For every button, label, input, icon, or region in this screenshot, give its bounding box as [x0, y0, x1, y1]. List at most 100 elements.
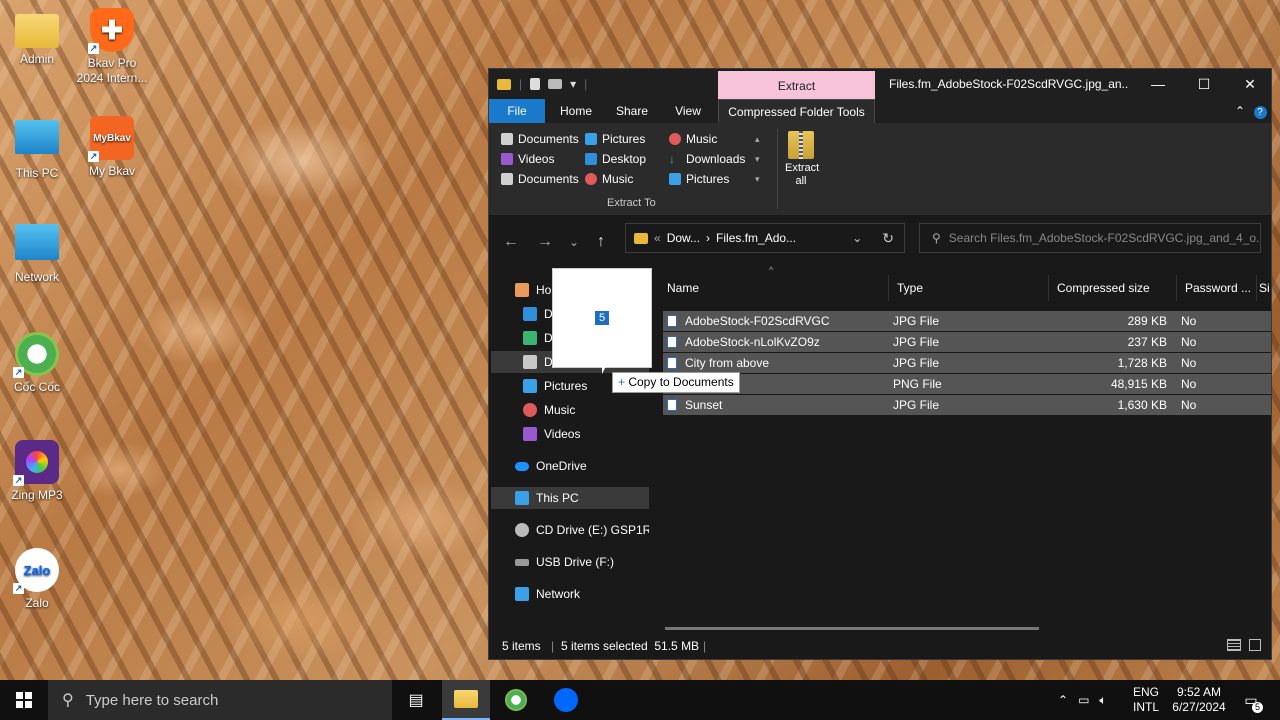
- horizontal-scrollbar[interactable]: [665, 627, 1039, 630]
- extract-to-music[interactable]: Music: [669, 130, 717, 148]
- shortcut-arrow-icon: ↗: [13, 475, 24, 486]
- table-row[interactable]: AdobeStock-F02ScdRVGC JPG File 289 KB No: [663, 311, 1271, 331]
- folder-icon: [634, 232, 648, 244]
- search-box[interactable]: ⚲ Search Files.fm_AdobeStock-F02ScdRVGC.…: [919, 223, 1261, 253]
- desktop-icon-this-pc[interactable]: This PC: [1, 120, 73, 181]
- windows-logo-icon: [16, 692, 32, 708]
- table-row[interactable]: AdobeStock-nLolKvZO9z JPG File 237 KB No: [663, 332, 1271, 352]
- table-row[interactable]: PNG File 48,915 KB No: [663, 374, 1271, 394]
- tab-share[interactable]: Share: [607, 99, 657, 123]
- column-compressed-size[interactable]: Compressed size: [1049, 275, 1177, 301]
- sort-indicator-icon: ^: [769, 265, 774, 275]
- desktop-icon-label: Zalo: [25, 596, 49, 610]
- desktop-icon-network[interactable]: Network: [1, 224, 73, 285]
- column-name[interactable]: Name: [659, 275, 889, 301]
- volume-icon[interactable]: 🔈︎: [1099, 693, 1106, 708]
- ribbon-divider: [777, 129, 778, 209]
- extract-to-videos[interactable]: Videos: [501, 150, 554, 168]
- forward-arrow-icon[interactable]: →: [537, 233, 553, 251]
- nav-item-onedrive[interactable]: OneDrive: [491, 455, 649, 477]
- address-dropdown-icon[interactable]: ⌄: [852, 231, 862, 245]
- table-row[interactable]: Sunset JPG File 1,630 KB No: [663, 395, 1271, 415]
- table-row[interactable]: City from above JPG File 1,728 KB No: [663, 353, 1271, 373]
- new-folder-icon[interactable]: [548, 79, 563, 89]
- title-bar: | ▾ | Extract Files.fm_AdobeStock-F02Scd…: [489, 69, 1271, 101]
- recent-locations-icon[interactable]: ⌄: [569, 235, 579, 249]
- extract-to-documents-2[interactable]: Documents: [501, 170, 579, 188]
- folder-icon: [497, 78, 511, 90]
- column-type[interactable]: Type: [889, 275, 1049, 301]
- desktop-icon-coc-coc[interactable]: ↗ Cốc Cốc: [1, 332, 73, 395]
- customize-toolbar-icon[interactable]: ▾: [570, 77, 576, 91]
- documents-icon: [501, 173, 513, 185]
- system-tray: ⌃ ▭ 🔈︎: [1058, 680, 1107, 720]
- column-size[interactable]: Si: [1257, 275, 1271, 301]
- collapse-ribbon-icon[interactable]: ⌃: [1233, 99, 1247, 123]
- mouse-cursor-icon: [602, 358, 608, 374]
- show-hidden-icons-icon[interactable]: ⌃: [1058, 693, 1068, 707]
- details-view-icon[interactable]: [1227, 639, 1241, 651]
- extract-to-pictures[interactable]: Pictures: [585, 130, 645, 148]
- column-password[interactable]: Password ...: [1177, 275, 1257, 301]
- back-arrow-icon[interactable]: ←: [503, 233, 519, 251]
- large-icons-view-icon[interactable]: [1249, 639, 1261, 651]
- extract-to-documents[interactable]: Documents: [501, 130, 579, 148]
- nav-item-this-pc[interactable]: This PC: [491, 487, 649, 509]
- taskbar-search[interactable]: ⚲ Type here to search: [48, 680, 392, 720]
- taskbar-zalo[interactable]: [542, 680, 590, 720]
- tab-home[interactable]: Home: [551, 99, 601, 123]
- extract-to-music-2[interactable]: Music: [585, 170, 633, 188]
- desktop-icon-zalo[interactable]: Zalo ↗ Zalo: [1, 548, 73, 611]
- breadcrumb-separator-icon: ›: [706, 231, 711, 245]
- desktop-icon-zing-mp3[interactable]: ↗ Zing MP3: [1, 440, 73, 503]
- notification-center-button[interactable]: ▭ 5: [1236, 680, 1266, 720]
- desktop-icon-admin[interactable]: Admin: [1, 8, 73, 67]
- up-arrow-icon[interactable]: ↑: [597, 233, 605, 251]
- window-title: Files.fm_AdobeStock-F02ScdRVGC.jpg_an...: [889, 77, 1129, 91]
- nav-item-cd-drive[interactable]: CD Drive (E:) GSP1RM: [491, 519, 649, 541]
- taskbar-file-explorer[interactable]: [442, 680, 490, 720]
- breadcrumb-downloads[interactable]: Dow...: [667, 231, 700, 245]
- network-icon[interactable]: ▭: [1078, 693, 1089, 707]
- usb-drive-icon: [515, 558, 529, 566]
- gallery-scroll-up-icon[interactable]: ▴: [755, 130, 760, 148]
- taskbar-coc-coc[interactable]: [492, 680, 540, 720]
- nav-item-network[interactable]: Network: [491, 583, 649, 605]
- extract-all-button[interactable]: Extract all: [785, 131, 819, 188]
- breadcrumb-current[interactable]: Files.fm_Ado...: [716, 231, 796, 245]
- bkav-shield-icon: ✚ ↗: [88, 8, 134, 54]
- nav-item-usb-drive[interactable]: USB Drive (F:): [491, 551, 649, 573]
- gallery-scroll-down-icon[interactable]: ▾: [755, 150, 760, 168]
- extract-to-downloads[interactable]: ↓ Downloads: [669, 150, 745, 168]
- task-view-button[interactable]: ▤: [392, 680, 440, 720]
- desktop-icon-my-bkav[interactable]: MyBkav ↗ My Bkav: [76, 116, 148, 179]
- tab-view[interactable]: View: [663, 99, 713, 123]
- extract-to-desktop[interactable]: Desktop: [585, 150, 646, 168]
- clock[interactable]: 9:52 AM 6/27/2024: [1168, 680, 1230, 720]
- task-view-icon: ▤: [408, 692, 424, 709]
- desktop-icon-bkav-pro[interactable]: ✚ ↗ Bkav Pro 2024 Intern...: [76, 8, 148, 86]
- help-icon[interactable]: ?: [1253, 99, 1267, 123]
- overflow-chevron-icon[interactable]: «: [654, 231, 661, 245]
- minimize-button[interactable]: —: [1135, 69, 1181, 99]
- search-input[interactable]: Search Files.fm_AdobeStock-F02ScdRVGC.jp…: [949, 231, 1260, 245]
- tab-compressed-folder-tools[interactable]: Compressed Folder Tools: [718, 99, 875, 123]
- taskbar-search-input[interactable]: Type here to search: [86, 692, 219, 709]
- refresh-icon[interactable]: ↻: [882, 230, 894, 247]
- desktop-icon-label: Admin: [19, 52, 54, 66]
- nav-item-music[interactable]: Music: [491, 399, 649, 421]
- desktop-icon: [523, 307, 537, 321]
- desktop-icon-label: Network: [14, 270, 59, 284]
- properties-icon[interactable]: [530, 78, 541, 90]
- music-icon: [523, 403, 537, 417]
- nav-item-videos[interactable]: Videos: [491, 423, 649, 445]
- language-indicator[interactable]: ENG INTL: [1133, 680, 1159, 720]
- maximize-button[interactable]: ☐: [1181, 69, 1227, 99]
- extract-to-pictures-2[interactable]: Pictures: [669, 170, 729, 188]
- tab-file[interactable]: File: [489, 99, 545, 123]
- address-bar[interactable]: « Dow... › Files.fm_Ado... ⌄ ↻: [625, 223, 905, 253]
- start-button[interactable]: [0, 680, 48, 720]
- close-button[interactable]: ✕: [1227, 69, 1273, 99]
- monitor-icon: [515, 491, 529, 505]
- gallery-more-icon[interactable]: ▾: [755, 170, 760, 188]
